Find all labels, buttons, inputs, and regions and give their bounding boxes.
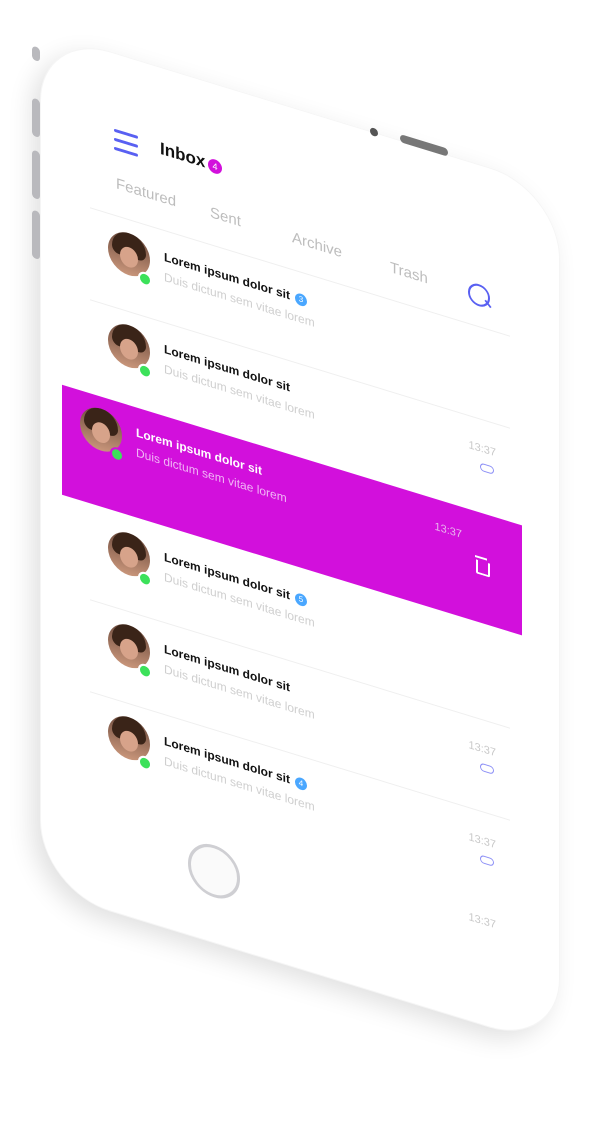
message-time: 13:37 bbox=[468, 438, 496, 460]
paperclip-icon bbox=[480, 854, 494, 867]
phone-side-button bbox=[32, 45, 40, 62]
online-indicator bbox=[138, 661, 152, 681]
online-indicator bbox=[138, 269, 152, 289]
online-indicator bbox=[138, 361, 152, 381]
message-time: 13:37 bbox=[468, 830, 496, 852]
phone-mockup: Inbox 4 Featured Sent Archive Trash Lore… bbox=[32, 30, 560, 1129]
trash-icon[interactable] bbox=[474, 555, 488, 577]
message-count-badge: 5 bbox=[295, 591, 307, 608]
unread-count-badge: 4 bbox=[208, 157, 222, 176]
paperclip-icon bbox=[480, 462, 494, 475]
online-indicator bbox=[110, 445, 124, 464]
screen: Inbox 4 Featured Sent Archive Trash Lore… bbox=[62, 105, 522, 931]
message-time: 13:37 bbox=[434, 520, 462, 542]
paperclip-icon bbox=[480, 762, 494, 775]
message-count-badge: 3 bbox=[295, 291, 307, 308]
message-time: 13:37 bbox=[468, 738, 496, 760]
online-indicator bbox=[138, 569, 152, 589]
online-indicator bbox=[138, 753, 152, 773]
page-title: Inbox bbox=[160, 138, 206, 172]
phone-side-button bbox=[32, 149, 40, 200]
phone-side-button bbox=[32, 209, 40, 260]
message-count-badge: 4 bbox=[295, 775, 307, 792]
phone-side-button bbox=[32, 97, 40, 138]
menu-icon[interactable] bbox=[114, 128, 138, 158]
